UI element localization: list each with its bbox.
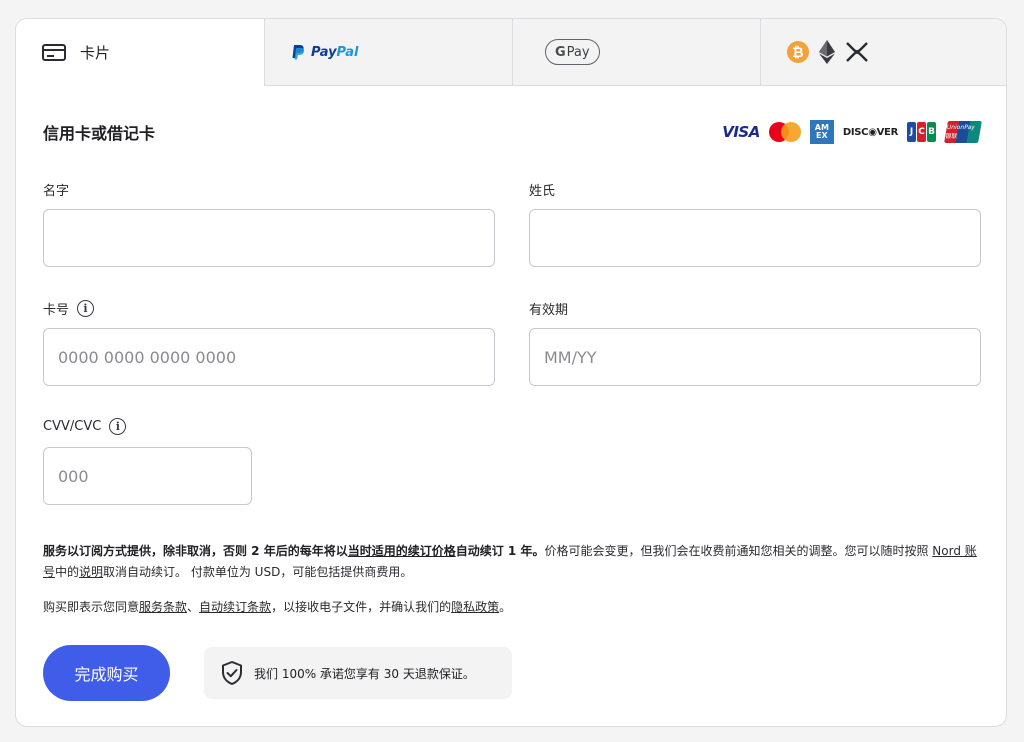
jcb-logo: J C B <box>907 122 937 142</box>
last-name-label-text: 姓氏 <box>529 184 556 199</box>
unionpay-logo: UnionPay 银联 <box>944 121 982 143</box>
terms-text: 价格可能会变更，但我们会在收费前通知您相关的调整。您可以随时按照 <box>544 544 933 558</box>
last-name-label: 姓氏 <box>529 180 555 199</box>
last-name-input[interactable] <box>529 209 981 267</box>
google-pay-text: Pay <box>566 44 590 60</box>
paypal-text-pal: Pal <box>336 44 359 60</box>
cvv-label-text: CVV/CVC <box>43 419 102 434</box>
terms-bold-intro: 服务以订阅方式提供，除非取消，否则 2 年后的每年将以 <box>43 544 348 558</box>
expiry-input[interactable] <box>529 328 981 386</box>
cvv-input[interactable] <box>43 447 252 505</box>
paypal-icon <box>292 45 305 60</box>
bitcoin-icon: ₿ <box>787 41 809 63</box>
checkout-card: 卡片 Pay Pal G Pay ₿ 信用卡或借记卡 VISA AM EX DI… <box>15 18 1007 727</box>
ethereum-icon <box>819 40 835 64</box>
card-number-label: 卡号 i <box>43 299 95 318</box>
paypal-logo: Pay Pal <box>291 44 358 60</box>
expiry-label: 有效期 <box>529 299 568 318</box>
google-pay-logo: G Pay <box>545 39 600 65</box>
info-icon[interactable]: i <box>109 418 127 435</box>
mastercard-logo <box>768 122 801 142</box>
crypto-logos: ₿ <box>787 40 869 64</box>
info-icon[interactable]: i <box>77 300 95 317</box>
terms-of-service-link[interactable]: 服务条款 <box>139 600 187 614</box>
tab-google-pay[interactable]: G Pay <box>512 19 760 86</box>
discover-logo: DISC◉VER <box>842 126 898 138</box>
jcb-letter: B <box>927 122 936 142</box>
consent-end: 。 <box>499 600 512 614</box>
tab-card[interactable]: 卡片 <box>16 19 264 86</box>
money-back-guarantee: 我们 100% 承诺您享有 30 天退款保证。 <box>204 647 512 699</box>
guarantee-text: 我们 100% 承诺您享有 30 天退款保证。 <box>254 666 475 681</box>
paypal-text-pay: Pay <box>311 44 337 60</box>
privacy-policy-link[interactable]: 隐私政策 <box>451 600 499 614</box>
auto-renewal-terms-link[interactable]: 自动续订条款 <box>199 600 271 614</box>
shield-check-icon <box>222 661 242 685</box>
consent-text: ，以接收电子文件，并确认我们的 <box>271 600 452 614</box>
tab-paypal[interactable]: Pay Pal <box>264 19 512 86</box>
consent-text: 购买即表示您同意 <box>43 600 140 614</box>
first-name-label: 名字 <box>43 180 69 199</box>
visa-logo: VISA <box>722 123 760 141</box>
terms-bold-renewal: 自动续订 1 年。 <box>455 544 545 558</box>
terms-text: 中的 <box>55 565 80 579</box>
payment-method-tabs: 卡片 Pay Pal G Pay ₿ <box>16 19 1006 86</box>
terms-text: 取消自动续订。 付款单位为 USD，可能包括提供商费用。 <box>103 565 413 579</box>
xrp-icon <box>846 42 868 62</box>
subscription-terms: 服务以订阅方式提供，除非取消，否则 2 年后的每年将以当时适用的续订价格自动续订… <box>43 541 983 583</box>
form-title: 信用卡或借记卡 <box>43 124 156 143</box>
card-number-label-text: 卡号 <box>43 303 70 318</box>
jcb-letter: J <box>907 122 916 142</box>
renewal-price-link[interactable]: 当时适用的续订价格 <box>348 544 456 558</box>
amex-logo: AM EX <box>809 120 834 144</box>
complete-purchase-button[interactable]: 完成购买 <box>43 645 170 701</box>
tab-card-label: 卡片 <box>80 44 111 62</box>
purchase-consent: 购买即表示您同意服务条款、自动续订条款，以接收电子文件，并确认我们的隐私政策。 <box>43 597 511 618</box>
card-number-input[interactable] <box>43 328 495 386</box>
consent-separator: 、 <box>187 600 200 614</box>
tab-crypto[interactable]: ₿ <box>760 19 1006 86</box>
expiry-label-text: 有效期 <box>529 303 569 318</box>
google-g-text: G <box>555 44 566 60</box>
accepted-card-brands: VISA AM EX DISC◉VER J C B UnionPay 银联 <box>722 120 982 144</box>
first-name-label-text: 名字 <box>43 184 70 199</box>
cvv-label: CVV/CVC i <box>43 418 127 435</box>
credit-card-icon <box>42 44 66 61</box>
first-name-input[interactable] <box>43 209 495 267</box>
instructions-link[interactable]: 说明 <box>79 565 103 579</box>
jcb-letter: C <box>917 122 926 142</box>
